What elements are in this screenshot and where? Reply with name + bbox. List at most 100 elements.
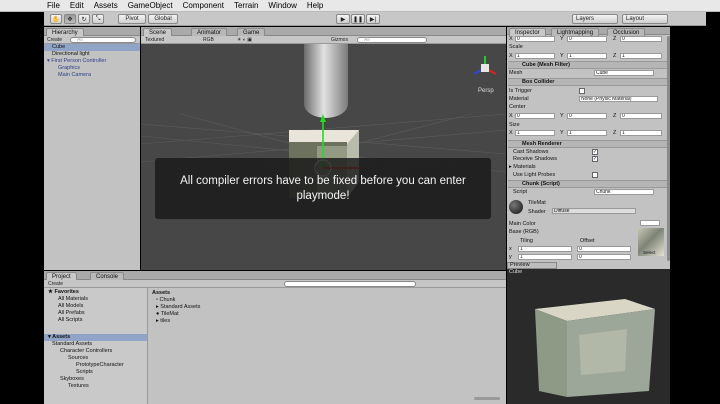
hierarchy-item-graphics[interactable]: Graphics [58,65,80,72]
menu-assets[interactable]: Assets [89,1,123,10]
hierarchy-item-cube[interactable]: Cube [44,44,140,51]
tiling-y-field[interactable]: 1 [518,254,572,260]
menu-edit[interactable]: Edit [65,1,89,10]
tree-sources[interactable]: Sources [68,355,88,362]
file-chunk[interactable]: ▫ Chunk [156,297,175,304]
tree-scripts[interactable]: Scripts [76,369,93,376]
file-standard-assets[interactable]: ▸ Standard Assets [156,304,200,311]
layout-dropdown[interactable]: Layout [622,14,668,24]
project-tabbar: Project Console [44,271,506,280]
favorites-header[interactable]: ★ Favorites [48,289,79,296]
hand-tool-button[interactable]: ✋ [50,14,62,24]
tab-animator[interactable]: Animator [191,28,228,36]
center-y-field[interactable]: 0 [567,113,607,119]
inspector-scrollbar[interactable] [667,36,670,261]
physic-material-field[interactable]: None (Physic Material) [579,96,658,102]
mesh-renderer-header[interactable]: Mesh Renderer [508,140,668,148]
menu-help[interactable]: Help [302,1,328,10]
tree-character-controllers[interactable]: Character Controllers [60,348,112,355]
offset-y-field[interactable]: 0 [577,254,631,260]
tab-scene[interactable]: Scene [143,28,173,36]
favorite-all-scripts[interactable]: All Scripts [58,317,82,324]
tree-skyboxes[interactable]: Skyboxes [60,376,84,383]
is-trigger-checkbox[interactable] [579,88,585,94]
step-button[interactable]: ▶| [366,14,380,24]
menu-file[interactable]: File [44,1,65,10]
menu-window[interactable]: Window [263,1,301,10]
tree-standard-assets[interactable]: Standard Assets [52,341,92,348]
global-button[interactable]: Global [148,14,178,24]
center-z-field[interactable]: 0 [620,113,662,119]
project-breadcrumb[interactable]: Assets [152,290,170,297]
play-button[interactable]: ▶ [336,14,350,24]
script-field[interactable]: Chunk [594,189,654,195]
cast-shadows-checkbox[interactable]: ✓ [592,149,598,155]
tab-project[interactable]: Project [46,272,77,280]
icon-size-slider[interactable] [474,397,500,400]
hierarchy-item-first-person-controller[interactable]: ▾ First Person Controller [47,58,106,65]
project-search-input[interactable] [284,281,416,287]
pause-button[interactable]: ❚❚ [351,14,365,24]
hierarchy-item-main-camera[interactable]: Main Camera [58,72,91,79]
file-tiles[interactable]: ▸ tiles [156,318,170,325]
select-texture-button[interactable]: Select [643,250,656,256]
scale-tool-button[interactable]: ⤡ [92,14,104,24]
preview-tab[interactable]: Preview [507,262,557,269]
size-y-field[interactable]: 1 [567,130,607,136]
hierarchy-item-directional-light[interactable]: Directional light [52,51,90,58]
favorite-all-materials[interactable]: All Materials [58,296,88,303]
favorite-all-prefabs[interactable]: All Prefabs [58,310,85,317]
file-tilemat[interactable]: ● TileMat [156,311,179,318]
tab-occlusion[interactable]: Occlusion [607,28,646,36]
persp-label[interactable]: Persp [478,88,494,94]
mesh-field[interactable]: Cube [594,70,654,76]
scale-y-field[interactable]: 1 [567,53,607,59]
size-z-field[interactable]: 1 [620,130,662,136]
hierarchy-create-button[interactable]: Create [47,37,62,43]
box-collider-header[interactable]: Box Collider [508,78,668,86]
pivot-button[interactable]: Pivot [118,14,146,24]
render-mode-dropdown[interactable]: RGB [203,37,214,43]
materials-foldout[interactable]: ▸ Materials [509,164,536,170]
scale-z-field[interactable]: 1 [620,53,662,59]
tiling-x-field[interactable]: 1 [518,246,572,252]
tree-prototype-character[interactable]: PrototypeCharacter [76,362,124,369]
favorite-all-models[interactable]: All Models [58,303,83,310]
tree-textures[interactable]: Textures [68,383,89,390]
scene-viewport[interactable]: Persp [141,44,506,270]
scale-z-label: Z [613,53,617,59]
tab-game[interactable]: Game [237,28,266,36]
use-light-probes-checkbox[interactable] [592,172,598,178]
receive-shadows-checkbox[interactable]: ✓ [592,156,598,162]
shader-dropdown[interactable]: Diffuse [552,208,636,214]
tab-console[interactable]: Console [90,272,125,280]
chunk-script-header[interactable]: Chunk (Script) [508,180,668,188]
position-z-field[interactable]: 0 [620,36,662,42]
mesh-filter-header[interactable]: Cube (Mesh Filter) [508,61,668,69]
position-y-field[interactable]: 0 [567,36,607,42]
position-x-field[interactable]: 0 [515,36,555,42]
center-x-field[interactable]: 0 [515,113,555,119]
tab-lightmapping[interactable]: Lightmapping [551,28,600,36]
menu-component[interactable]: Component [178,1,229,10]
rotate-tool-button[interactable]: ↻ [78,14,90,24]
tab-hierarchy[interactable]: Hierarchy [46,28,84,36]
project-create-button[interactable]: Create [48,281,63,287]
tab-inspector[interactable]: Inspector [509,28,546,36]
assets-root-item[interactable]: ▾ Assets [44,334,147,341]
scene-search-input[interactable]: All [357,37,427,43]
preview-panel[interactable]: Cube [507,269,670,404]
hierarchy-search-input[interactable]: All [70,37,136,43]
gizmos-dropdown[interactable]: Gizmos [331,37,348,43]
scale-x-field[interactable]: 1 [515,53,555,59]
menu-terrain[interactable]: Terrain [229,1,263,10]
move-tool-button[interactable]: ✥ [64,14,76,24]
shading-mode-dropdown[interactable]: Textured [145,37,164,43]
main-color-swatch[interactable] [640,220,660,226]
orientation-gizmo[interactable] [473,56,497,75]
scene-lighting-toggle[interactable]: ☀ ◐ ▣ [237,37,252,43]
size-x-field[interactable]: 1 [515,130,555,136]
layers-dropdown[interactable]: Layers [572,14,618,24]
offset-x-field[interactable]: 0 [577,246,631,252]
menu-gameobject[interactable]: GameObject [123,1,178,10]
